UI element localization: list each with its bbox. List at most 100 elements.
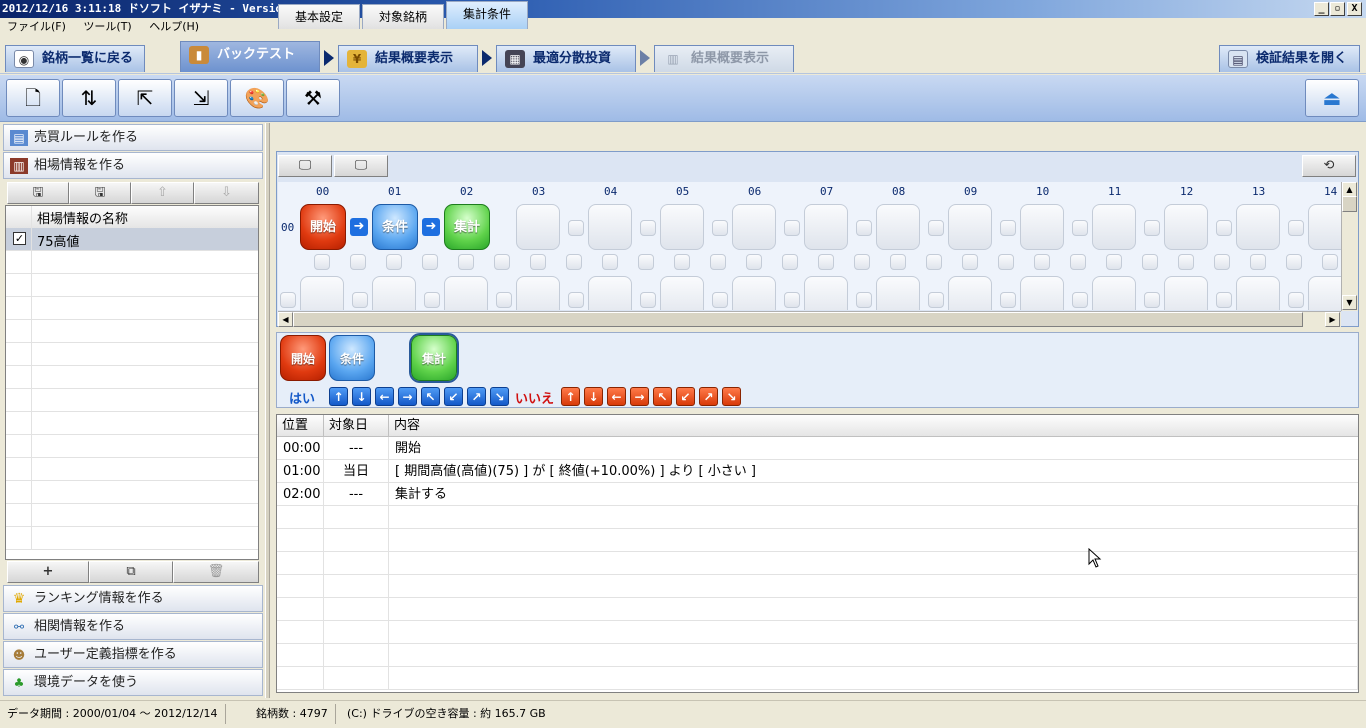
yes-arrow-icon[interactable]: ↗	[467, 387, 486, 406]
flow-connector-slot[interactable]	[1288, 292, 1304, 308]
flow-connector-slot[interactable]	[818, 254, 834, 270]
yes-arrow-icon[interactable]: ↑	[329, 387, 348, 406]
export-button[interactable]: ⇱	[118, 79, 172, 117]
canvas-horizontal-scrollbar[interactable]: ◀ ▶	[278, 311, 1341, 327]
flow-empty-cell[interactable]	[804, 276, 848, 310]
menu-tools[interactable]: ツール(T)	[76, 18, 138, 36]
canvas-tool-button-1[interactable]: 🖵	[278, 155, 332, 177]
flow-empty-cell[interactable]	[1236, 204, 1280, 250]
flow-empty-cell[interactable]	[516, 276, 560, 310]
no-arrow-icon[interactable]: →	[630, 387, 649, 406]
flow-connector-slot[interactable]	[568, 220, 584, 236]
table-row[interactable]: 02:00 --- 集計する	[277, 483, 1358, 506]
add-button[interactable]: +	[7, 561, 89, 583]
table-row[interactable]: 00:00 --- 開始	[277, 437, 1358, 460]
table-row[interactable]: 01:00 当日 [ 期間高値(高値)(75) ] が [ 終値(+10.00%…	[277, 460, 1358, 483]
flow-connector-slot[interactable]	[674, 254, 690, 270]
flow-connector-slot[interactable]	[928, 292, 944, 308]
tab-target-stocks[interactable]: 対象銘柄	[362, 4, 444, 29]
list-item[interactable]: ✓ 75高値	[6, 228, 258, 251]
flow-connector-slot[interactable]	[746, 254, 762, 270]
accordion-environment-data[interactable]: ♣ 環境データを使う	[3, 669, 263, 696]
flow-connector-slot[interactable]	[1322, 254, 1338, 270]
flow-empty-cell[interactable]	[1092, 276, 1136, 310]
flow-connector-slot[interactable]	[458, 254, 474, 270]
flow-connector-slot[interactable]	[350, 254, 366, 270]
flow-connector-slot[interactable]	[496, 292, 512, 308]
load-button[interactable]: ⇅	[62, 79, 116, 117]
flow-empty-cell[interactable]	[876, 276, 920, 310]
flow-node-blue[interactable]: 条件	[372, 204, 418, 250]
canvas-tool-button-2[interactable]: 🖵	[334, 155, 388, 177]
flow-empty-cell[interactable]	[516, 204, 560, 250]
flow-connector-slot[interactable]	[1178, 254, 1194, 270]
flow-empty-cell[interactable]	[1164, 204, 1208, 250]
flow-connector-slot[interactable]	[890, 254, 906, 270]
flow-connector-slot[interactable]	[1144, 220, 1160, 236]
flow-empty-cell[interactable]	[300, 276, 344, 310]
flow-connector-slot[interactable]	[928, 220, 944, 236]
no-arrow-icon[interactable]: ↙	[676, 387, 695, 406]
accordion-user-indicator[interactable]: ☻ ユーザー定義指標を作る	[3, 641, 263, 668]
palette-condition[interactable]: 条件	[329, 335, 375, 381]
flow-connector-slot[interactable]	[640, 220, 656, 236]
scroll-left-button[interactable]: ◀	[278, 312, 293, 327]
accordion-ranking[interactable]: ♛ ランキング情報を作る	[3, 585, 263, 612]
tab-basic-settings[interactable]: 基本設定	[278, 4, 360, 29]
panel-splitter[interactable]	[265, 123, 270, 698]
no-arrow-icon[interactable]: ↘	[722, 387, 741, 406]
yes-arrow-icon[interactable]: ↘	[490, 387, 509, 406]
flow-connector-slot[interactable]	[1000, 220, 1016, 236]
flow-connector-slot[interactable]	[386, 254, 402, 270]
palette-aggregate[interactable]: 集計	[409, 333, 459, 383]
flow-node-green[interactable]: 集計	[444, 204, 490, 250]
open-verification-result-button[interactable]: ▤ 検証結果を開く	[1219, 45, 1360, 72]
accordion-correlation[interactable]: ⚯ 相関情報を作る	[3, 613, 263, 640]
flow-connector-slot[interactable]	[784, 292, 800, 308]
menu-help[interactable]: ヘルプ(H)	[142, 18, 206, 36]
flow-connector-slot[interactable]	[854, 254, 870, 270]
tab-backtest[interactable]: ▮ バックテスト	[180, 41, 320, 72]
scroll-thumb[interactable]	[1342, 196, 1357, 212]
flow-empty-cell[interactable]	[948, 204, 992, 250]
flow-connector-slot[interactable]	[530, 254, 546, 270]
flow-connector-slot[interactable]	[280, 292, 296, 308]
minimize-button[interactable]: _	[1314, 2, 1329, 16]
scroll-up-button[interactable]: ▲	[1342, 182, 1357, 197]
accordion-market-info[interactable]: ▥ 相場情報を作る	[3, 152, 263, 179]
flow-empty-cell[interactable]	[1020, 276, 1064, 310]
flow-empty-cell[interactable]	[732, 276, 776, 310]
flow-connector-slot[interactable]	[784, 220, 800, 236]
flow-connector-slot[interactable]	[998, 254, 1014, 270]
flow-connector-slot[interactable]	[1288, 220, 1304, 236]
flow-empty-cell[interactable]	[1020, 204, 1064, 250]
scroll-down-button[interactable]: ▼	[1342, 295, 1357, 310]
yes-arrow-icon[interactable]: ↖	[421, 387, 440, 406]
flow-node-red[interactable]: 開始	[300, 204, 346, 250]
scroll-right-button[interactable]: ▶	[1325, 312, 1340, 327]
palette-start[interactable]: 開始	[280, 335, 326, 381]
refresh-button[interactable]: ⟲	[1302, 155, 1356, 177]
yes-arrow-icon[interactable]: ←	[375, 387, 394, 406]
flow-connector-slot[interactable]	[1142, 254, 1158, 270]
flow-connector-slot[interactable]	[1070, 254, 1086, 270]
flow-connector-slot[interactable]	[640, 292, 656, 308]
flow-connector-slot[interactable]	[1000, 292, 1016, 308]
flow-empty-cell[interactable]	[588, 276, 632, 310]
flow-connector-slot[interactable]	[352, 292, 368, 308]
flow-arrow-right-icon[interactable]: ➜	[350, 218, 368, 236]
canvas-vertical-scrollbar[interactable]: ▲ ▼	[1341, 182, 1358, 311]
flow-empty-cell[interactable]	[588, 204, 632, 250]
flow-connector-slot[interactable]	[1144, 292, 1160, 308]
no-arrow-icon[interactable]: ↑	[561, 387, 580, 406]
flow-empty-cell[interactable]	[444, 276, 488, 310]
flow-connector-slot[interactable]	[314, 254, 330, 270]
list-item-checkbox[interactable]: ✓	[13, 232, 26, 245]
flow-connector-slot[interactable]	[568, 292, 584, 308]
flow-empty-cell[interactable]	[1236, 276, 1280, 310]
scroll-thumb-h[interactable]	[293, 312, 1303, 327]
yes-arrow-icon[interactable]: ↙	[444, 387, 463, 406]
close-button[interactable]: X	[1347, 2, 1362, 16]
no-arrow-icon[interactable]: ↗	[699, 387, 718, 406]
save-button[interactable]: 🖫	[7, 182, 69, 204]
